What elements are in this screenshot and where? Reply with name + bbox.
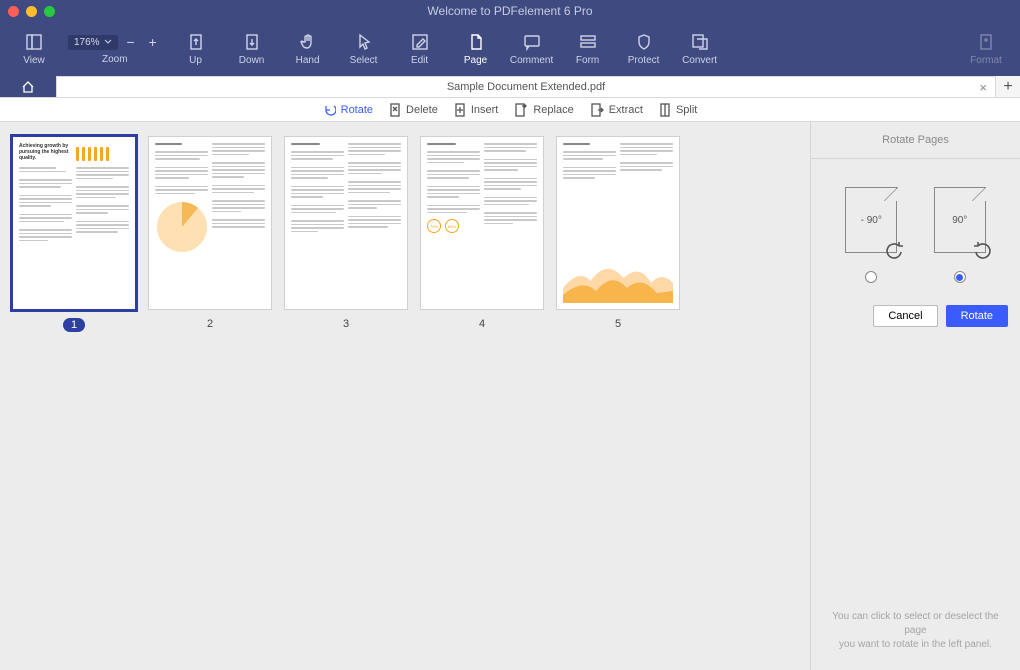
- ccw-icon: [884, 240, 904, 260]
- down-button[interactable]: Down: [224, 22, 280, 76]
- rotate-neg90-option[interactable]: - 90°: [845, 187, 897, 283]
- window-minimize[interactable]: [26, 6, 37, 17]
- format-button[interactable]: Format: [958, 22, 1014, 76]
- subbar-replace[interactable]: Replace: [514, 103, 573, 117]
- select-label: Select: [350, 55, 378, 66]
- page-thumbnail-4[interactable]: 70%85% 4: [420, 136, 544, 332]
- page-thumbnail-2[interactable]: 2: [148, 136, 272, 332]
- pie-chart-icon: [157, 202, 207, 252]
- extract-icon: [590, 103, 604, 117]
- protect-label: Protect: [628, 55, 660, 66]
- format-label: Format: [970, 55, 1002, 66]
- home-icon: [21, 80, 35, 94]
- subbar-split[interactable]: Split: [659, 103, 697, 117]
- zoom-in-button[interactable]: +: [144, 33, 162, 51]
- pages-panel[interactable]: Achieving growth by pursuing the highest…: [0, 122, 810, 670]
- tab-bar: Sample Document Extended.pdf × +: [0, 76, 1020, 98]
- comment-button[interactable]: Comment: [504, 22, 560, 76]
- page-number-3: 3: [343, 318, 349, 330]
- panel-hint-line2: you want to rotate in the left panel.: [825, 638, 1006, 652]
- replace-icon: [514, 103, 528, 117]
- up-label: Up: [189, 55, 202, 66]
- subbar-extract-label: Extract: [609, 104, 643, 116]
- page-thumbnail-5[interactable]: 5: [556, 136, 680, 332]
- rotate-neg90-label: - 90°: [861, 215, 882, 226]
- edit-label: Edit: [411, 55, 428, 66]
- subbar-insert[interactable]: Insert: [454, 103, 499, 117]
- rotate-neg90-radio[interactable]: [865, 271, 877, 283]
- subbar-rotate[interactable]: Rotate: [323, 103, 373, 116]
- down-label: Down: [239, 55, 265, 66]
- cancel-button[interactable]: Cancel: [873, 305, 937, 327]
- panel-hint: You can click to select or deselect the …: [811, 598, 1020, 670]
- chevron-down-icon: [104, 38, 112, 46]
- convert-button[interactable]: Convert: [672, 22, 728, 76]
- hand-button[interactable]: Hand: [280, 22, 336, 76]
- select-button[interactable]: Select: [336, 22, 392, 76]
- view-label: View: [23, 55, 45, 66]
- subbar-extract[interactable]: Extract: [590, 103, 643, 117]
- close-tab-button[interactable]: ×: [979, 80, 987, 95]
- page-thumbnail-1[interactable]: Achieving growth by pursuing the highest…: [12, 136, 136, 332]
- protect-button[interactable]: Protect: [616, 22, 672, 76]
- cw-icon: [973, 240, 993, 260]
- convert-label: Convert: [682, 55, 717, 66]
- comment-label: Comment: [510, 55, 553, 66]
- page-number-1: 1: [63, 318, 85, 332]
- home-tab[interactable]: [0, 76, 56, 97]
- rotate-button[interactable]: Rotate: [946, 305, 1008, 327]
- zoom-value: 176%: [74, 37, 100, 48]
- panel-hint-line1: You can click to select or deselect the …: [825, 610, 1006, 638]
- page-number-2: 2: [207, 318, 213, 330]
- add-tab-button[interactable]: +: [996, 76, 1020, 97]
- split-icon: [659, 103, 671, 117]
- rotate-icon: [323, 103, 336, 116]
- page-label: Page: [464, 55, 487, 66]
- rotate-pos90-label: 90°: [952, 215, 967, 226]
- subbar-replace-label: Replace: [533, 104, 573, 116]
- up-button[interactable]: Up: [168, 22, 224, 76]
- window-title: Welcome to PDFelement 6 Pro: [0, 4, 1020, 18]
- rotate-pos90-radio[interactable]: [954, 271, 966, 283]
- edit-button[interactable]: Edit: [392, 22, 448, 76]
- window-titlebar: Welcome to PDFelement 6 Pro: [0, 0, 1020, 22]
- page-button[interactable]: Page: [448, 22, 504, 76]
- subbar-insert-label: Insert: [471, 104, 499, 116]
- panel-title: Rotate Pages: [811, 122, 1020, 159]
- area-chart-icon: [563, 253, 673, 303]
- subbar-delete[interactable]: Delete: [389, 103, 438, 117]
- subbar-split-label: Split: [676, 104, 697, 116]
- window-maximize[interactable]: [44, 6, 55, 17]
- hand-label: Hand: [296, 55, 320, 66]
- page-number-4: 4: [479, 318, 485, 330]
- insert-icon: [454, 103, 466, 117]
- page-number-5: 5: [615, 318, 621, 330]
- form-label: Form: [576, 55, 599, 66]
- main-toolbar: View 176% − + Zoom Up Down Hand Select E…: [0, 22, 1020, 76]
- thumb-title-1: Achieving growth by pursuing the highest…: [19, 143, 72, 161]
- rotate-pos90-option[interactable]: 90°: [934, 187, 986, 283]
- zoom-group: 176% − + Zoom: [68, 22, 162, 76]
- zoom-label: Zoom: [102, 54, 128, 65]
- page-subtoolbar: Rotate Delete Insert Replace Extract Spl…: [0, 98, 1020, 122]
- page-thumbnail-3[interactable]: 3: [284, 136, 408, 332]
- window-close[interactable]: [8, 6, 19, 17]
- zoom-select[interactable]: 176%: [68, 35, 118, 50]
- zoom-out-button[interactable]: −: [122, 33, 140, 51]
- view-button[interactable]: View: [6, 22, 62, 76]
- rotate-panel: Rotate Pages - 90° 90° Cancel Rotate: [810, 122, 1020, 670]
- document-tab-label: Sample Document Extended.pdf: [447, 81, 605, 93]
- subbar-delete-label: Delete: [406, 104, 438, 116]
- document-tab[interactable]: Sample Document Extended.pdf ×: [56, 76, 996, 97]
- form-button[interactable]: Form: [560, 22, 616, 76]
- delete-icon: [389, 103, 401, 117]
- subbar-rotate-label: Rotate: [341, 104, 373, 116]
